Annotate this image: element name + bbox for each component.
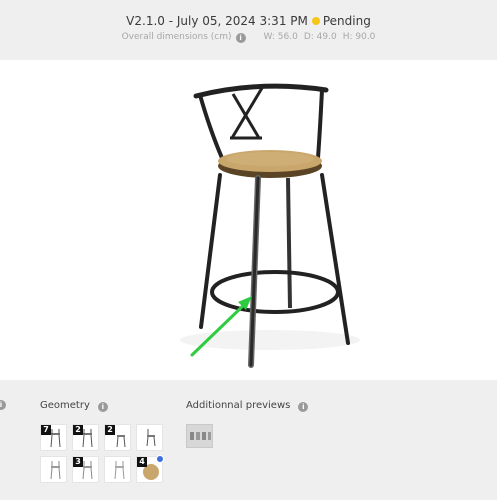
variant-count-badge: 7 bbox=[41, 425, 51, 435]
geometry-thumbnail[interactable]: 3 bbox=[72, 456, 99, 483]
geometry-thumbnail[interactable] bbox=[40, 456, 67, 483]
additional-preview-thumbnail[interactable] bbox=[186, 424, 213, 448]
header-bar: V2.1.0 - July 05, 2024 3:31 PM Pending Ov… bbox=[0, 0, 497, 60]
variant-count-badge: 2 bbox=[105, 425, 115, 435]
stool-thumbnail-icon bbox=[114, 461, 125, 480]
geometry-thumbnail[interactable] bbox=[104, 456, 131, 483]
selected-indicator-icon bbox=[156, 455, 164, 463]
geometry-thumbnail[interactable]: 7 bbox=[40, 424, 67, 451]
dimensions-row: Overall dimensions (cm) i W: 56.0 D: 49.0 H:… bbox=[0, 32, 497, 43]
dimension-height: H: 90.0 bbox=[342, 32, 376, 42]
preview-image-icon bbox=[190, 432, 211, 440]
geometry-thumbnail-selected[interactable]: 4 bbox=[136, 455, 164, 483]
info-icon[interactable]: i bbox=[298, 402, 309, 412]
info-icon[interactable]: i bbox=[97, 402, 108, 412]
stool-thumbnail-icon bbox=[50, 461, 61, 480]
status-label: Pending bbox=[322, 14, 371, 28]
stool-thumbnail-icon bbox=[146, 429, 156, 447]
variant-count-badge: 3 bbox=[73, 457, 83, 467]
geometry-thumbnail[interactable]: 2 bbox=[104, 424, 131, 451]
geometry-heading: Geometry i bbox=[40, 400, 108, 412]
dimension-width: W: 56.0 bbox=[263, 32, 298, 42]
dimension-depth: D: 49.0 bbox=[303, 32, 337, 42]
additional-previews-heading: Additionnal previews i bbox=[186, 400, 309, 412]
info-icon[interactable]: i bbox=[0, 400, 6, 410]
info-icon[interactable]: i bbox=[235, 33, 246, 43]
version-date: V2.1.0 - July 05, 2024 3:31 PM bbox=[126, 14, 308, 28]
geometry-thumbnail[interactable] bbox=[136, 424, 163, 451]
bar-stool-render bbox=[180, 83, 360, 368]
dimensions-label: Overall dimensions (cm) bbox=[121, 32, 232, 42]
geometry-thumbnail[interactable]: 2 bbox=[72, 424, 99, 451]
variant-count-badge: 2 bbox=[73, 425, 83, 435]
variant-count-badge: 4 bbox=[137, 457, 147, 467]
3d-viewer[interactable] bbox=[0, 60, 497, 380]
version-status-row: V2.1.0 - July 05, 2024 3:31 PM Pending bbox=[0, 14, 497, 28]
status-dot-icon bbox=[311, 17, 320, 25]
